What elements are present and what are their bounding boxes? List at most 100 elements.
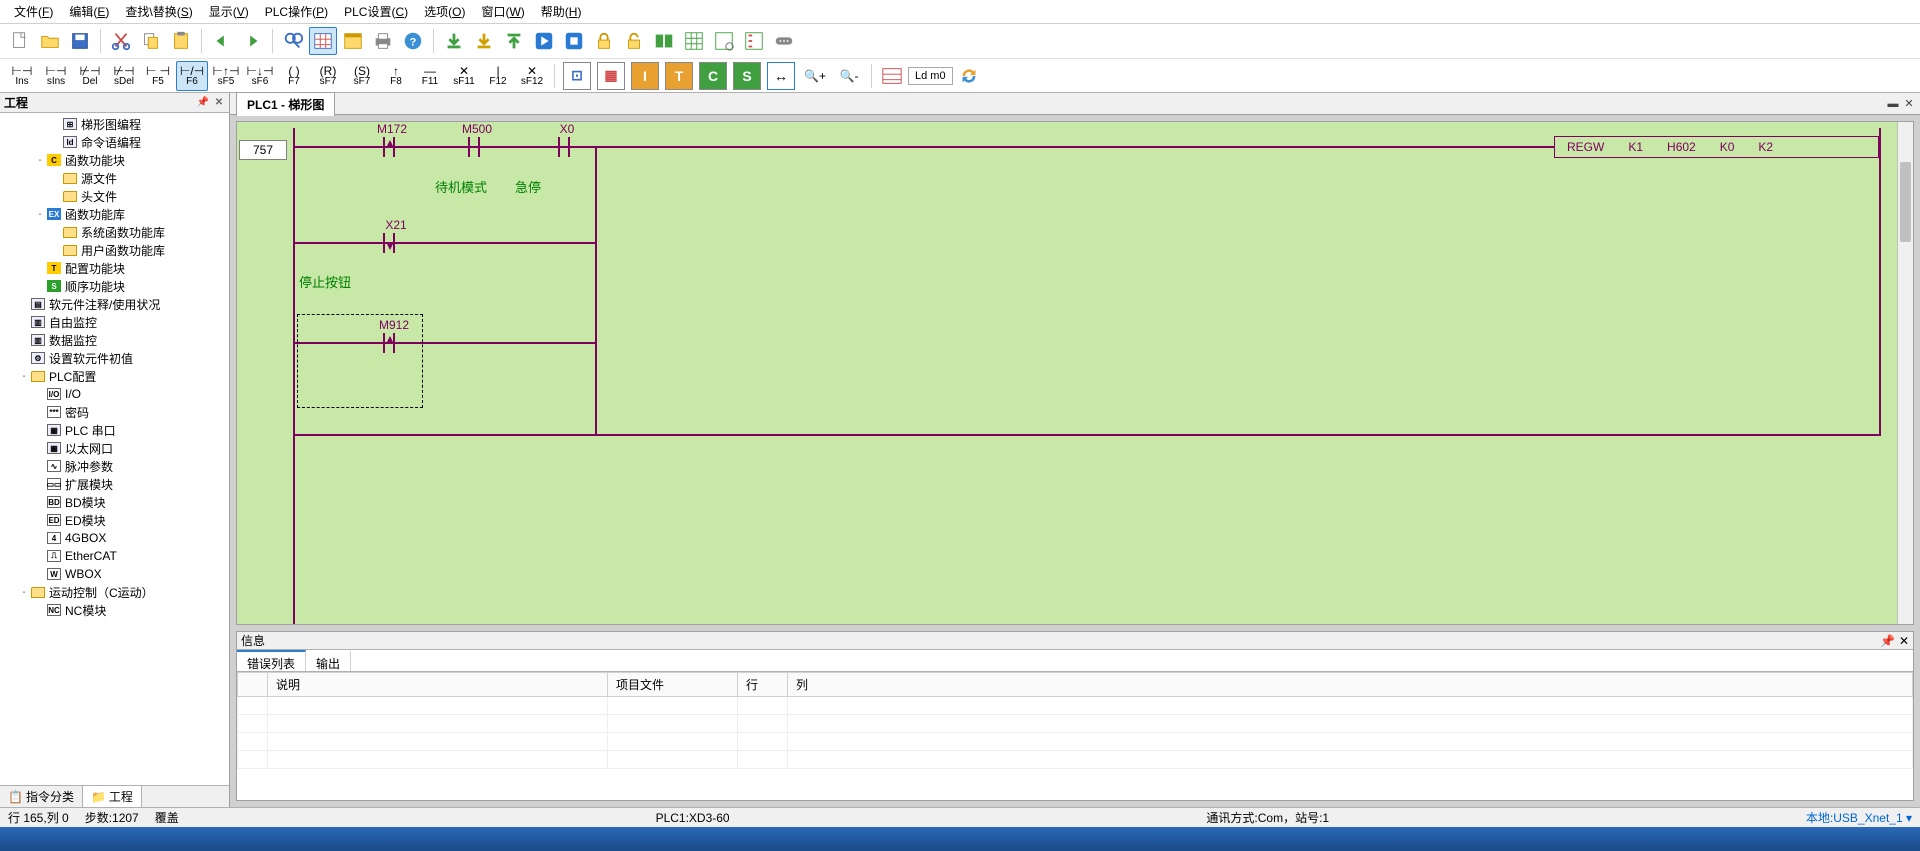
error-list-grid[interactable]: 说明项目文件行列 — [237, 672, 1913, 800]
menu-f[interactable]: 文件(F) — [6, 0, 61, 23]
ladder-tool-sf11[interactable]: ✕sF11 — [448, 61, 480, 91]
column-header[interactable]: 项目文件 — [608, 673, 738, 697]
ladder-tool-f11[interactable]: —F11 — [414, 61, 446, 91]
tab-instruction-category[interactable]: 📋指令分类 — [0, 786, 83, 807]
unlock-button[interactable] — [620, 27, 648, 55]
refresh-button[interactable] — [955, 62, 983, 90]
minimize-icon[interactable]: ▬ — [1886, 97, 1900, 111]
print-button[interactable] — [369, 27, 397, 55]
tree-item[interactable]: ⚙设置软元件初值 — [0, 349, 229, 367]
paste-button[interactable] — [167, 27, 195, 55]
zoom-out-button[interactable]: 🔍- — [835, 62, 863, 90]
output-instruction[interactable]: REGWK1H602K0K2 — [1554, 136, 1879, 158]
ladder-tool-sf7[interactable]: (R)sF7 — [312, 61, 344, 91]
save-button[interactable] — [66, 27, 94, 55]
pin-icon[interactable]: 📌 — [197, 97, 209, 109]
window-button[interactable] — [339, 27, 367, 55]
upload-button[interactable] — [500, 27, 528, 55]
tree-item[interactable]: 44GBOX — [0, 529, 229, 547]
find-button[interactable] — [279, 27, 307, 55]
download-button[interactable] — [440, 27, 468, 55]
vertical-scrollbar[interactable] — [1897, 122, 1913, 624]
status-local[interactable]: 本地:USB_Xnet_1 ▾ — [1798, 809, 1920, 826]
tab-project[interactable]: 📁工程 — [83, 786, 142, 807]
tree-item[interactable]: S顺序功能块 — [0, 277, 229, 295]
pin-icon[interactable]: 📌 — [1880, 634, 1895, 648]
tool-grid[interactable]: ▦ — [597, 62, 625, 90]
tree-item[interactable]: T配置功能块 — [0, 259, 229, 277]
tree-item[interactable]: -运动控制（C运动） — [0, 583, 229, 601]
ladder-tool-sf6[interactable]: ⊢↓⊣sF6 — [244, 61, 276, 91]
close-icon[interactable]: ✕ — [1899, 634, 1909, 648]
ladder-tool-f7[interactable]: ( )F7 — [278, 61, 310, 91]
menu-o[interactable]: 选项(O) — [416, 0, 473, 23]
tree-item[interactable]: EDED模块 — [0, 511, 229, 529]
menu-v[interactable]: 显示(V) — [201, 0, 257, 23]
document-tab[interactable]: PLC1 - 梯形图 — [236, 92, 335, 116]
tree-item[interactable]: -PLC配置 — [0, 367, 229, 385]
ladder-preview-button[interactable] — [878, 62, 906, 90]
menu-c[interactable]: PLC设置(C) — [336, 0, 416, 23]
tree-item[interactable]: WWBOX — [0, 565, 229, 583]
help-button[interactable]: ? — [399, 27, 427, 55]
ladder-tool-sins[interactable]: ⊢⊣sIns — [40, 61, 72, 91]
run-button[interactable] — [530, 27, 558, 55]
download-partial-button[interactable] — [470, 27, 498, 55]
tree-item[interactable]: ∿脉冲参数 — [0, 457, 229, 475]
tree-item[interactable]: -EX函数功能库 — [0, 205, 229, 223]
column-header[interactable] — [238, 673, 268, 697]
tool-block[interactable]: ⊡ — [563, 62, 591, 90]
open-file-button[interactable] — [36, 27, 64, 55]
contact[interactable] — [550, 137, 578, 157]
undo-button[interactable] — [208, 27, 236, 55]
tool-i[interactable]: I — [631, 62, 659, 90]
tab-output[interactable]: 输出 — [306, 650, 351, 671]
close-icon[interactable]: ✕ — [213, 97, 225, 109]
grid3-button[interactable] — [740, 27, 768, 55]
tree-item[interactable]: 用户函数功能库 — [0, 241, 229, 259]
tree-item[interactable]: -C函数功能块 — [0, 151, 229, 169]
ladder-tool-sf7[interactable]: (S)sF7 — [346, 61, 378, 91]
grid2-button[interactable] — [710, 27, 738, 55]
ladder-tool-sf5[interactable]: ⊢↑⊣sF5 — [210, 61, 242, 91]
ladder-editor[interactable]: 757M172M500X0待机模式急停REGWK1H602K0K2X21停止按钮… — [236, 121, 1914, 625]
zoom-in-button[interactable]: 🔍+ — [801, 62, 829, 90]
column-header[interactable]: 行 — [738, 673, 788, 697]
ladder-view-button[interactable] — [309, 27, 337, 55]
menu-s[interactable]: 查找\替换(S) — [117, 0, 200, 23]
menu-h[interactable]: 帮助(H) — [533, 0, 590, 23]
tree-item[interactable]: ▥自由监控 — [0, 313, 229, 331]
tree-item[interactable]: ▦PLC 串口 — [0, 421, 229, 439]
column-header[interactable]: 列 — [788, 673, 1913, 697]
contact[interactable] — [460, 137, 488, 157]
menu-p[interactable]: PLC操作(P) — [257, 0, 336, 23]
new-file-button[interactable] — [6, 27, 34, 55]
tree-item[interactable]: 源文件 — [0, 169, 229, 187]
close-doc-icon[interactable]: ✕ — [1902, 97, 1916, 111]
tree-item[interactable]: BDBD模块 — [0, 493, 229, 511]
tree-item[interactable]: I/OI/O — [0, 385, 229, 403]
menu-w[interactable]: 窗口(W) — [473, 0, 532, 23]
tree-item[interactable]: ⊞梯形图编程 — [0, 115, 229, 133]
ladder-tool-del[interactable]: ⊬⊣Del — [74, 61, 106, 91]
grid1-button[interactable] — [680, 27, 708, 55]
tree-item[interactable]: ▤软元件注释/使用状况 — [0, 295, 229, 313]
project-tree[interactable]: ⊞梯形图编程Id命令语编程-C函数功能块源文件头文件-EX函数功能库系统函数功能… — [0, 113, 229, 785]
column-header[interactable]: 说明 — [268, 673, 608, 697]
ladder-tool-f8[interactable]: ↑F8 — [380, 61, 412, 91]
compare-button[interactable] — [650, 27, 678, 55]
ladder-tool-sdel[interactable]: ⊬⊣sDel — [108, 61, 140, 91]
tree-item[interactable]: ▭▭扩展模块 — [0, 475, 229, 493]
tree-item[interactable]: ***密码 — [0, 403, 229, 421]
tool-c[interactable]: C — [699, 62, 727, 90]
ladder-tool-sf12[interactable]: ✕sF12 — [516, 61, 548, 91]
tool-t[interactable]: T — [665, 62, 693, 90]
lock-button[interactable] — [590, 27, 618, 55]
menu-e[interactable]: 编辑(E) — [61, 0, 117, 23]
tab-error-list[interactable]: 错误列表 — [237, 650, 306, 671]
tree-item[interactable]: ▦以太网口 — [0, 439, 229, 457]
copy-button[interactable] — [137, 27, 165, 55]
tree-item[interactable]: NCNC模块 — [0, 601, 229, 619]
contact[interactable] — [375, 233, 403, 253]
ladder-tool-f6[interactable]: ⊢/⊣F6 — [176, 61, 208, 91]
